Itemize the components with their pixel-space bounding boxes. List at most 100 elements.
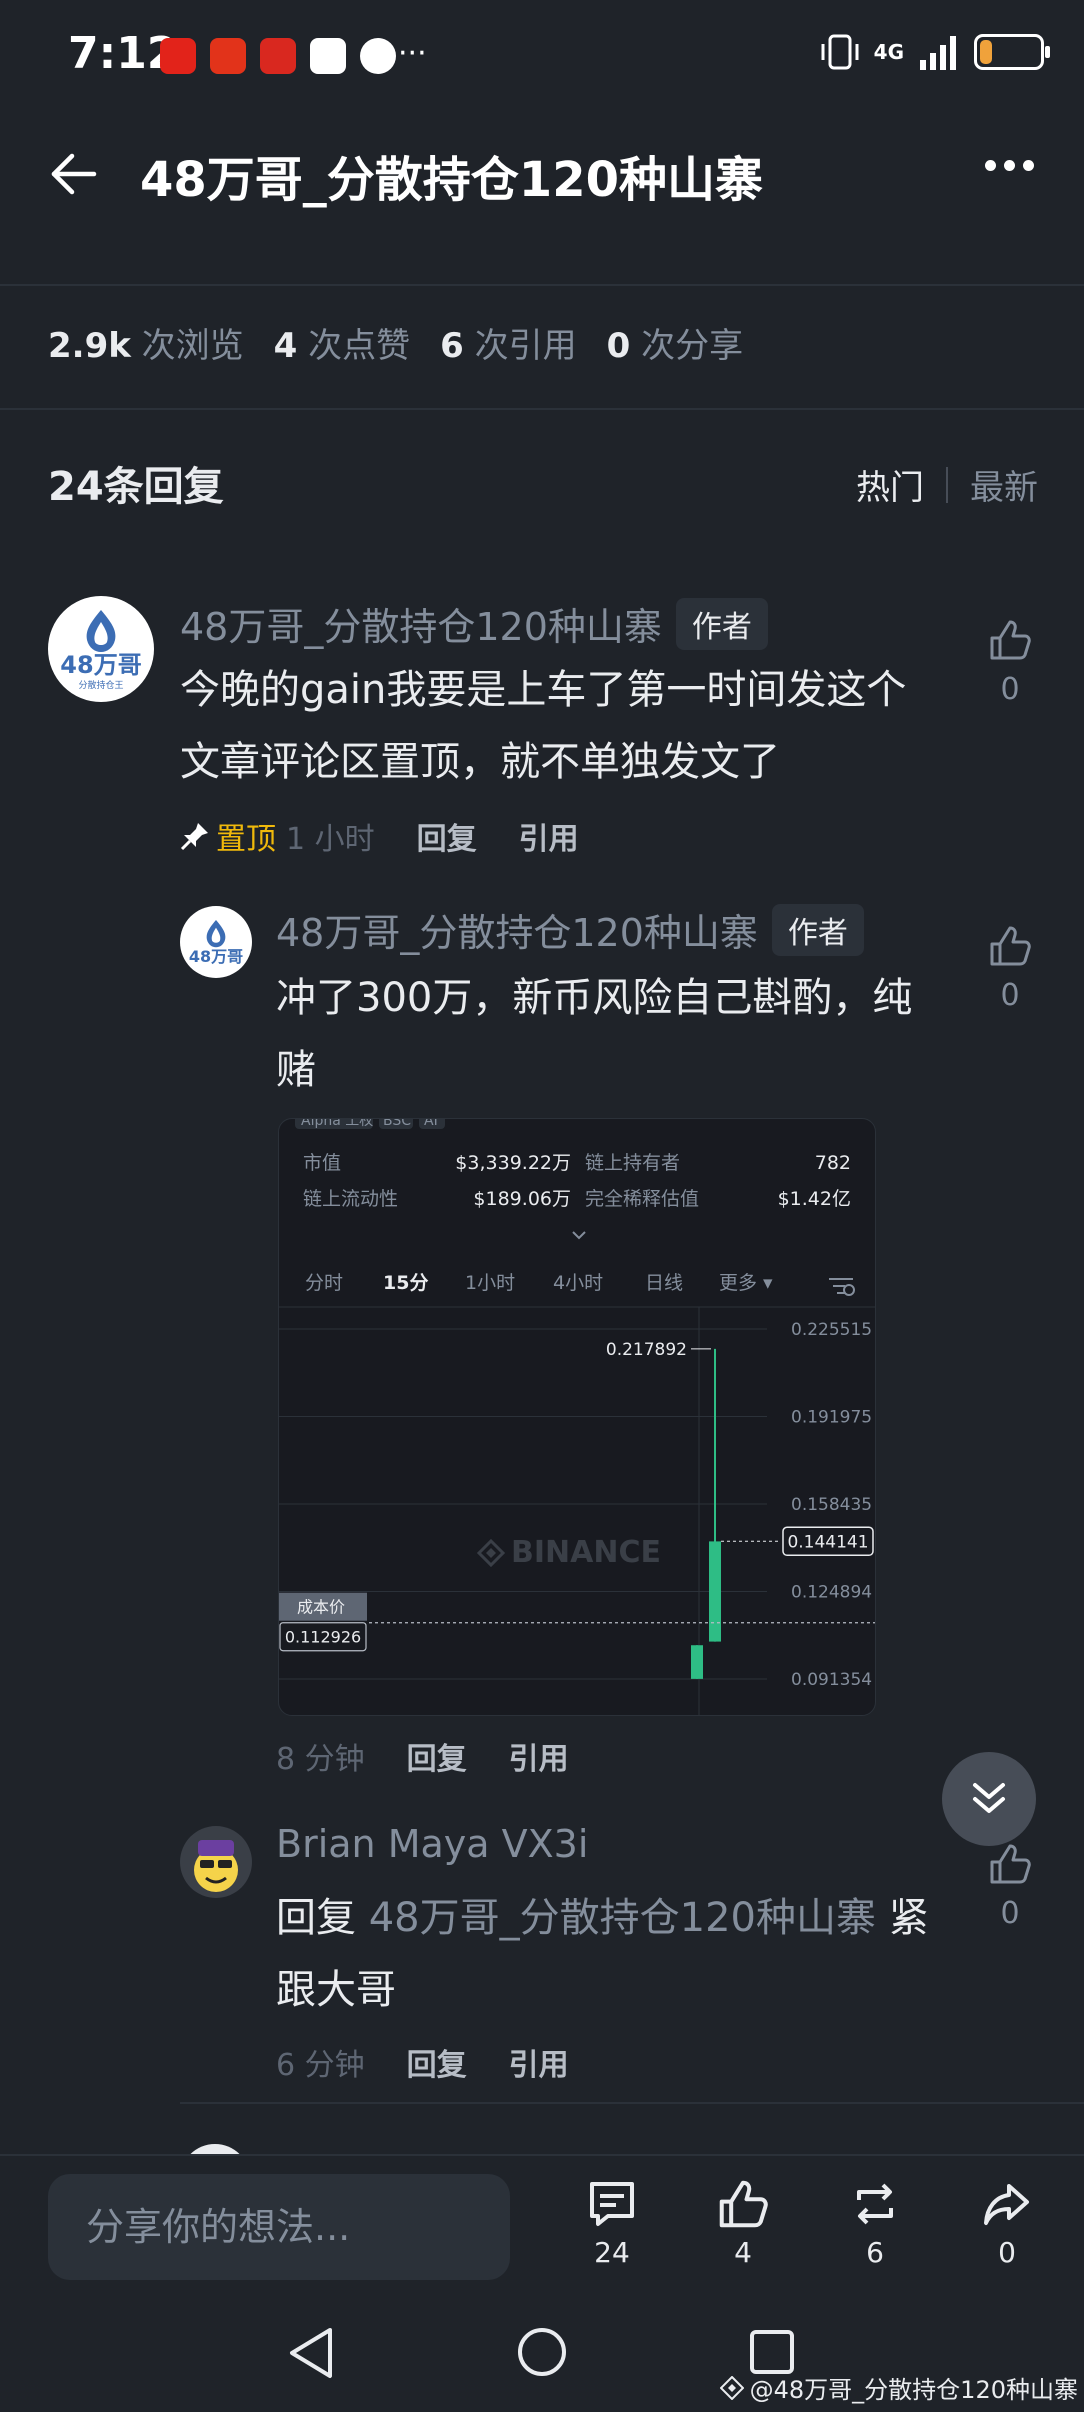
avatar[interactable]: 48万哥 分散持仓王	[48, 596, 154, 702]
huawei-app-icon	[160, 38, 196, 74]
metric-label: 完全稀释估值	[585, 1188, 699, 1210]
timeframe-tab: 更多 ▾	[719, 1272, 773, 1294]
timeframe-tab: 分时	[305, 1272, 343, 1294]
reply-mention[interactable]: 48万哥_分散持仓120种山寨	[369, 1895, 876, 1941]
sort-new-tab[interactable]: 最新	[970, 460, 1038, 509]
like-button[interactable]: 0	[988, 1842, 1032, 1931]
stat-quotes: 6 次引用	[440, 326, 577, 366]
timeframe-tab: 1小时	[465, 1272, 515, 1294]
more-notifications-indicator: ···	[398, 36, 427, 71]
reply-button[interactable]: 回复	[407, 1734, 467, 1778]
nav-recents-icon[interactable]	[748, 2328, 796, 2376]
double-chevron-down-icon	[973, 1783, 1005, 1813]
notification-icons	[160, 38, 396, 74]
timeframe-tab: 4小时	[553, 1272, 603, 1294]
metric-value: $1.42亿	[778, 1188, 851, 1210]
battery-icon	[974, 34, 1050, 70]
price-chart: Alpha 工权 BSC AI 市值 $3,339.22万 链上持有者 782 …	[279, 1119, 875, 1715]
comment-divider	[180, 2102, 1084, 2104]
watermark-text: BINANCE	[511, 1535, 661, 1570]
comment-header: 48万哥_分散持仓120种山寨 作者	[180, 596, 768, 651]
quote-button[interactable]: 引用	[509, 1734, 569, 1778]
like-count: 4	[734, 2236, 752, 2269]
page-title: 48万哥_分散持仓120种山寨	[140, 152, 763, 208]
status-bar: 7:12 ··· 4G	[0, 0, 1084, 110]
metric-label: 链上流动性	[303, 1188, 398, 1210]
quote-button[interactable]: 引用	[519, 814, 579, 858]
author-watermark: @48万哥_分散持仓120种山寨	[719, 2370, 1078, 2405]
replies-count: 24条回复	[48, 464, 224, 510]
comment-time: 6 分钟	[276, 2048, 365, 2083]
timeframe-tab: 15分	[383, 1272, 428, 1294]
metric-value: $3,339.22万	[455, 1152, 571, 1174]
app-icon-2	[210, 38, 246, 74]
metric-value: $189.06万	[473, 1188, 571, 1210]
reply-button[interactable]: 回复	[407, 2040, 467, 2084]
quote-button[interactable]: 引用	[509, 2040, 569, 2084]
repost-icon	[857, 2183, 893, 2225]
y-tick-label: 0.225515	[791, 1320, 872, 1340]
binance-logo-icon	[719, 2375, 744, 2400]
stat-shares: 0 次分享	[606, 326, 744, 366]
header-divider	[0, 284, 1084, 286]
like-button[interactable]: 0	[988, 618, 1032, 707]
sort-separator	[946, 466, 948, 503]
y-tick-label: 0.191975	[791, 1407, 872, 1427]
share-count: 0	[998, 2236, 1016, 2269]
thumb-up-icon	[719, 2180, 768, 2228]
author-name[interactable]: 48万哥_分散持仓120种山寨	[180, 596, 662, 651]
vibrate-icon	[821, 34, 859, 70]
comment-count: 24	[594, 2236, 630, 2269]
timeframe-tabs: 分时 15分 1小时 4小时 日线 更多 ▾	[305, 1272, 773, 1294]
share-thought-input[interactable]	[48, 2174, 510, 2280]
comment-header: 48万哥_分散持仓120种山寨 作者	[276, 902, 864, 957]
current-price-label: 0.144141	[787, 1532, 868, 1552]
more-menu-icon[interactable]	[985, 160, 1034, 171]
share-button[interactable]: 0	[962, 2178, 1052, 2269]
comment-meta: 置顶 1 小时 回复 引用	[180, 814, 579, 858]
app-icon-4	[310, 38, 346, 74]
candle-body	[691, 1645, 703, 1679]
repost-count: 6	[866, 2236, 884, 2269]
like-post-button[interactable]: 4	[698, 2178, 788, 2269]
nav-back-icon[interactable]	[286, 2326, 336, 2380]
expand-chevron-icon[interactable]	[572, 1231, 586, 1240]
reply-button[interactable]: 回复	[417, 814, 477, 858]
thumb-up-icon	[990, 926, 1031, 966]
thumb-up-icon	[990, 1844, 1031, 1884]
cartoon-avatar-icon	[194, 1840, 238, 1892]
repost-button[interactable]: 6	[830, 2178, 920, 2269]
avatar[interactable]	[180, 1826, 252, 1898]
high-price-label: 0.217892	[606, 1340, 687, 1360]
stats-divider	[0, 408, 1084, 410]
nav-home-icon[interactable]	[516, 2326, 568, 2378]
comment-text: 冲了300万，新币风险自己斟酌，纯 赌	[276, 975, 913, 1093]
pin-icon	[180, 823, 208, 851]
back-arrow-icon[interactable]	[48, 148, 100, 200]
chart-image[interactable]: Alpha 工权 BSC AI 市值 $3,339.22万 链上持有者 782 …	[278, 1118, 876, 1716]
thumb-up-icon	[990, 620, 1031, 660]
sort-hot-tab[interactable]: 热门	[856, 460, 924, 509]
avatar[interactable]: 48万哥	[180, 906, 252, 978]
token-tags: Alpha 工权 BSC AI	[295, 1119, 445, 1129]
like-count: 0	[1000, 978, 1020, 1013]
scroll-to-bottom-button[interactable]	[942, 1752, 1036, 1846]
system-indicators: 4G	[820, 34, 1050, 70]
comment-meta: 6 分钟 回复 引用	[276, 2040, 569, 2084]
comments-button[interactable]: 24	[567, 2178, 657, 2269]
author-badge: 作者	[675, 597, 768, 650]
author-name[interactable]: 48万哥_分散持仓120种山寨	[276, 902, 758, 957]
cost-price-title: 成本价	[297, 1598, 345, 1617]
post-stats: 2.9k 次浏览 4 次点赞 6 次引用 0 次分享	[48, 318, 743, 367]
comment-meta: 8 分钟 回复 引用	[276, 1734, 569, 1778]
pinned-label: 置顶	[180, 814, 276, 858]
network-type: 4G	[873, 40, 904, 64]
like-button[interactable]: 0	[988, 924, 1032, 1013]
comment-text: 回复 48万哥_分散持仓120种山寨 紧 跟大哥	[276, 1895, 929, 2013]
tag-label: Alpha 工权	[301, 1119, 373, 1129]
comment-time: 1 小时	[286, 822, 375, 857]
flame-logo-icon	[86, 609, 116, 652]
settings-icon[interactable]	[829, 1278, 855, 1296]
author-name[interactable]: Brian Maya VX3i	[276, 1822, 588, 1866]
y-tick-label: 0.158435	[791, 1495, 872, 1515]
